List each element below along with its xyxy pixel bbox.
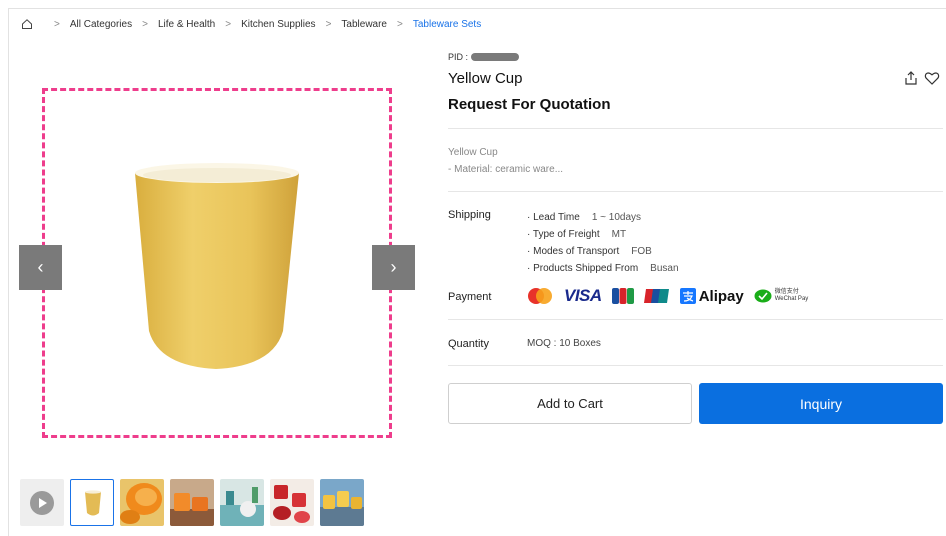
freight-key: · Type of Freight <box>527 229 600 240</box>
alipay-text: Alipay <box>698 287 744 305</box>
lead-time-value: 1 ~ 10days <box>591 212 642 223</box>
quantity-label: Quantity <box>448 338 489 350</box>
shipping-label: Shipping <box>448 209 491 221</box>
chevron-right-icon: > <box>325 18 332 30</box>
yellow-cup-image <box>135 163 299 369</box>
divider <box>448 191 943 192</box>
product-title: Yellow Cup <box>448 70 523 87</box>
thumbnail-yellow-set[interactable] <box>320 479 364 526</box>
lead-time-key: · Lead Time <box>527 212 580 223</box>
chevron-right-icon: > <box>142 18 148 30</box>
breadcrumb-tableware-sets[interactable]: Tableware Sets <box>413 19 481 30</box>
next-image-button[interactable]: › <box>372 245 415 290</box>
home-icon[interactable] <box>20 17 34 31</box>
thumbnail-strip <box>20 479 364 526</box>
freight-value: MT <box>611 229 627 240</box>
product-id: PID : <box>448 52 520 62</box>
request-for-quotation: Request For Quotation <box>448 96 611 113</box>
payment-methods: VISA Alipay 微信支付 WeChat Pay <box>526 286 808 306</box>
wechat-pay-icon: 微信支付 WeChat Pay <box>754 289 809 303</box>
description-line-1: Yellow Cup <box>448 147 498 158</box>
main-product-image[interactable] <box>42 88 392 438</box>
pid-redacted <box>471 53 520 61</box>
wechat-pay-en: WeChat Pay <box>774 296 809 302</box>
divider <box>448 128 943 129</box>
add-to-cart-button[interactable]: Add to Cart <box>448 383 692 424</box>
breadcrumb-all-categories[interactable]: All Categories <box>70 19 132 30</box>
moq-value: MOQ : 10 Boxes <box>527 338 601 349</box>
shipped-from-value: Busan <box>650 263 679 274</box>
wechat-pay-cn: 微信支付 <box>774 289 799 295</box>
chevron-right-icon: > <box>54 18 60 30</box>
transport-row: · Modes of Transport FOB <box>527 243 679 260</box>
lead-time-row: · Lead Time 1 ~ 10days <box>527 209 679 226</box>
unionpay-icon <box>643 287 670 305</box>
inquiry-button[interactable]: Inquiry <box>699 383 943 424</box>
breadcrumb: > All Categories > Life & Health > Kitch… <box>20 16 481 32</box>
breadcrumb-life-health[interactable]: Life & Health <box>158 19 215 30</box>
shipped-from-row: · Products Shipped From Busan <box>527 260 679 277</box>
thumbnail-table-setting[interactable] <box>220 479 264 526</box>
share-icon[interactable] <box>903 70 919 86</box>
description-line-2: - Material: ceramic ware... <box>448 164 564 175</box>
prev-image-button[interactable]: ‹ <box>19 245 62 290</box>
mastercard-icon <box>526 287 554 305</box>
shipped-from-key: · Products Shipped From <box>527 263 639 274</box>
thumbnail-orange-mugs[interactable] <box>170 479 214 526</box>
chevron-right-icon: > <box>397 18 403 30</box>
heart-icon[interactable] <box>924 70 940 86</box>
transport-key: · Modes of Transport <box>527 246 620 257</box>
thumbnail-red-mugs[interactable] <box>270 479 314 526</box>
payment-label: Payment <box>448 291 492 303</box>
chevron-right-icon: > <box>225 18 232 30</box>
transport-value: FOB <box>631 246 652 257</box>
divider <box>448 319 943 320</box>
visa-icon: VISA <box>564 286 602 305</box>
divider <box>448 365 943 366</box>
thumbnail-orange-bowl[interactable] <box>120 479 164 526</box>
breadcrumb-kitchen-supplies[interactable]: Kitchen Supplies <box>241 19 316 30</box>
pid-label: PID : <box>448 52 469 62</box>
thumbnail-yellow-cup[interactable] <box>70 479 114 526</box>
shipping-details: · Lead Time 1 ~ 10days · Type of Freight… <box>527 209 679 277</box>
video-thumbnail[interactable] <box>20 479 64 526</box>
wechat-pay-text: 微信支付 WeChat Pay <box>775 289 809 303</box>
jcb-icon <box>611 287 634 305</box>
alipay-icon: Alipay <box>679 287 744 305</box>
play-icon <box>30 490 54 515</box>
breadcrumb-tableware[interactable]: Tableware <box>341 19 387 30</box>
freight-row: · Type of Freight MT <box>527 226 679 243</box>
